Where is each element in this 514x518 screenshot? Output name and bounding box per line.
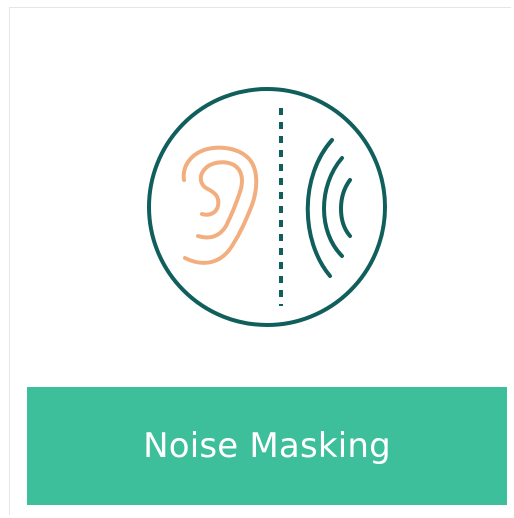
sound-waves-icon [305, 138, 352, 278]
circle-outline [147, 87, 387, 327]
card-title: Noise Masking [143, 426, 391, 466]
noise-masking-illustration [0, 0, 514, 380]
card-title-bar[interactable]: Noise Masking [27, 387, 507, 505]
ear-icon [181, 145, 259, 265]
